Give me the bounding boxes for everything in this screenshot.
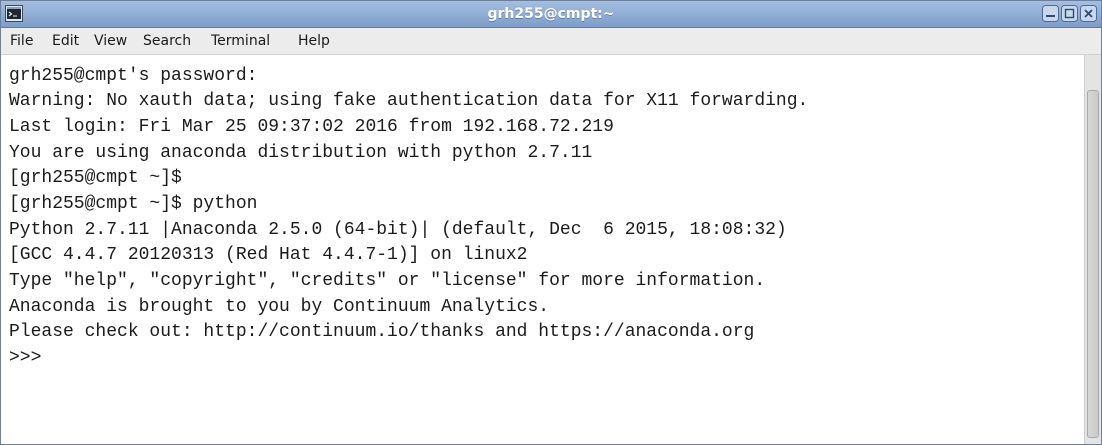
close-icon[interactable] xyxy=(1080,5,1097,22)
terminal-output[interactable]: grh255@cmpt's password: Warning: No xaut… xyxy=(2,55,1085,444)
terminal-line: Anaconda is brought to you by Continuum … xyxy=(9,297,550,317)
menu-file[interactable]: File xyxy=(10,28,33,54)
menu-help[interactable]: Help xyxy=(298,28,330,54)
minimize-icon[interactable] xyxy=(1042,5,1059,22)
vertical-scrollbar[interactable] xyxy=(1084,55,1101,444)
terminal-line: [GCC 4.4.7 20120313 (Red Hat 4.4.7-1)] o… xyxy=(9,245,528,265)
menu-bar: File Edit View Search Terminal Help xyxy=(1,28,1101,55)
terminal-line: grh255@cmpt's password: xyxy=(9,66,258,86)
terminal-line: Last login: Fri Mar 25 09:37:02 2016 fro… xyxy=(9,117,614,137)
menu-edit[interactable]: Edit xyxy=(52,28,79,54)
window-title: grh255@cmpt:~ xyxy=(487,6,615,22)
terminal-line: You are using anaconda distribution with… xyxy=(9,143,593,163)
menu-search[interactable]: Search xyxy=(143,28,191,54)
terminal-line: [grh255@cmpt ~]$ python xyxy=(9,194,258,214)
terminal-line: [grh255@cmpt ~]$ xyxy=(9,168,182,188)
title-bar[interactable]: grh255@cmpt:~ xyxy=(1,1,1101,28)
maximize-icon[interactable] xyxy=(1061,5,1078,22)
terminal-line: Type "help", "copyright", "credits" or "… xyxy=(9,271,766,291)
terminal-line: Warning: No xauth data; using fake authe… xyxy=(9,91,809,111)
scrollbar-thumb[interactable] xyxy=(1087,90,1099,438)
terminal-prompt: >>> xyxy=(9,348,42,368)
terminal-line: Python 2.7.11 |Anaconda 2.5.0 (64-bit)| … xyxy=(9,220,787,240)
terminal-window: grh255@cmpt:~ File Edit View Search Term… xyxy=(0,0,1102,445)
menu-terminal[interactable]: Terminal xyxy=(211,28,270,54)
menu-view[interactable]: View xyxy=(94,28,127,54)
terminal-line: Please check out: http://continuum.io/th… xyxy=(9,322,755,342)
